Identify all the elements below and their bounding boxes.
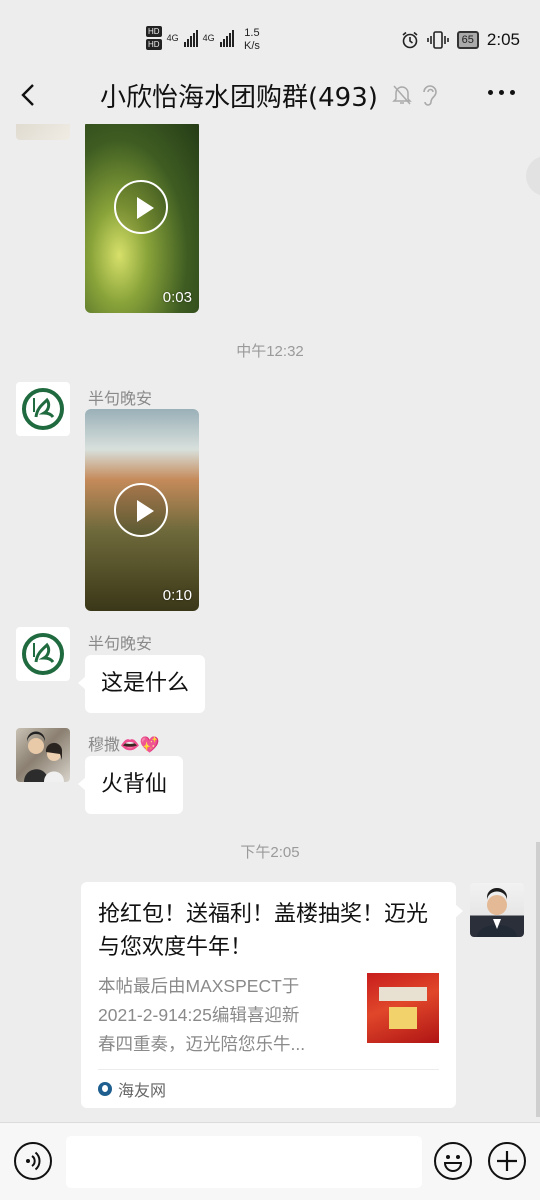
more-dots-icon[interactable] [488,90,515,95]
hd-badge: HD [146,26,162,37]
chat-header: 小欣怡海水团购群(493) [0,68,540,124]
sender-name: 穆撒👄💖 [88,735,160,754]
avatar[interactable] [470,883,524,937]
speed-value: 1.5 [244,27,260,39]
voice-button[interactable] [14,1142,52,1180]
avatar[interactable] [16,382,70,436]
emoji-button[interactable] [434,1142,472,1180]
video-message[interactable]: 0:03 [85,124,199,313]
card-source-name: 海友网 [118,1081,167,1100]
text-message[interactable]: 火背仙 [77,756,184,814]
source-logo-icon [98,1082,112,1096]
emoji-icon [443,1155,463,1172]
logo-avatar-icon [22,388,64,430]
card-source: 海友网 [98,1077,166,1101]
timestamp: 中午12:32 [236,343,304,360]
chat-messages[interactable]: 0:03 中午12:32 半句晚安 0:10 半句晚安 这是什么 穆撒👄💖 火背… [0,124,540,1122]
timestamp: 下午2:05 [240,844,300,861]
signal-icon [183,29,198,47]
status-right: 65 2:05 [401,30,520,50]
sender-name: 半句晚安 [88,389,153,408]
signal-icon [219,29,234,47]
man-photo-icon [477,888,517,937]
scrollbar[interactable] [536,842,540,1117]
video-message[interactable]: 0:10 [85,409,199,611]
hd-badge: HD [146,39,162,50]
card-desc-line: 2021-2-914:25编辑喜迎新 [98,1005,300,1025]
link-card[interactable]: 抢红包！送福利！盖楼抽奖！迈光与您欢度牛年！ 本帖最后由MAXSPECT于 20… [81,882,463,1108]
hd-badges: HD HD [146,26,162,50]
network-label: 4G [166,33,179,43]
status-bar: HD HD 4G 4G 1.5 K/s 65 2:05 [0,0,540,68]
logo-avatar-icon [22,633,64,675]
network-indicators: HD HD 4G 4G [146,26,234,50]
alarm-icon [402,31,418,49]
vibrate-icon [426,31,449,49]
card-title: 抢红包！送福利！盖楼抽奖！迈光与您欢度牛年！ [98,902,429,960]
chevron-left-icon[interactable] [14,80,44,110]
card-description: 本帖最后由MAXSPECT于 2021-2-914:25编辑喜迎新 春四重奏，迈… [98,972,360,1059]
network-speed: 1.5 K/s [244,27,260,53]
bell-off-icon [392,85,412,105]
status-time: 2:05 [486,30,520,49]
card-desc-line: 本帖最后由MAXSPECT于 [98,976,300,996]
card-desc-line: 春四重奏，迈光陪您乐牛... [98,1034,306,1054]
couple-photo-icon [24,731,64,782]
add-button[interactable] [488,1142,526,1180]
avatar[interactable] [16,627,70,681]
sender-name: 半句晚安 [88,634,153,653]
avatar[interactable] [16,728,70,782]
voice-icon [26,1151,41,1171]
input-bar [0,1122,540,1200]
speed-unit: K/s [244,40,260,52]
play-icon[interactable] [114,483,168,537]
message-input[interactable] [66,1136,422,1188]
avatar[interactable] [16,124,70,140]
plus-icon [497,1151,517,1171]
video-duration: 0:03 [162,289,192,306]
chat-title: 小欣怡海水团购群(493) [100,83,378,113]
battery-indicator: 65 [456,31,479,49]
video-duration: 0:10 [162,587,192,604]
card-thumbnail [367,973,439,1043]
text-message[interactable]: 这是什么 [77,655,206,713]
play-icon[interactable] [114,180,168,234]
network-label: 4G [202,33,215,43]
floating-bubble[interactable] [526,156,540,196]
card-divider [98,1069,439,1070]
ear-icon [423,85,437,106]
